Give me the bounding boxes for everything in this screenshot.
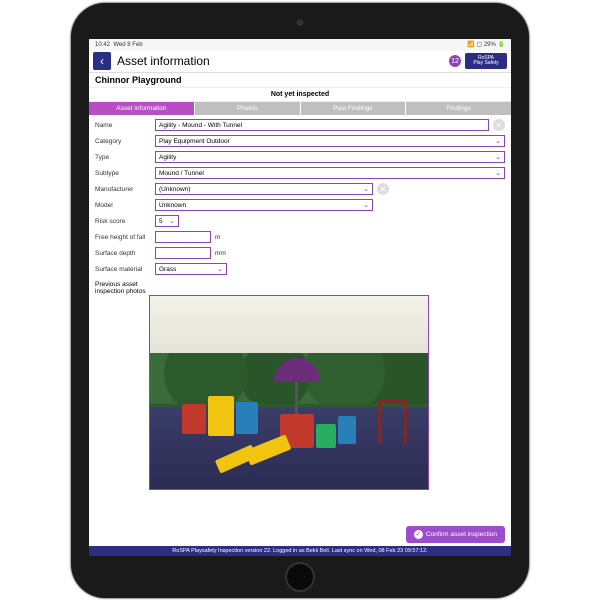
clear-name-button[interactable]: ✕ (493, 119, 505, 131)
inspection-status: Not yet inspected (89, 88, 511, 102)
chevron-down-icon: ⌄ (495, 137, 501, 145)
statusbar-time: 10:42 Wed 8 Feb (95, 42, 143, 48)
home-button[interactable] (285, 562, 315, 592)
confirm-label: Confirm asset inspection (426, 531, 497, 538)
page-title: Asset information (117, 54, 449, 68)
rospa-logo: RoSPAPlay Safety (465, 53, 507, 69)
category-select[interactable]: Play Equipment Outdoor⌄ (155, 135, 505, 147)
label-category: Category (95, 138, 155, 145)
model-select[interactable]: Unknown⌄ (155, 199, 373, 211)
confirm-inspection-button[interactable]: ✓ Confirm asset inspection (406, 526, 505, 543)
tab-bar: Asset information Photos Past Findings F… (89, 102, 511, 115)
tablet-frame: 10:42 Wed 8 Feb 📶 ▢ 29% 🔋 ‹ Asset inform… (71, 3, 529, 598)
statusbar-battery: 📶 ▢ 29% 🔋 (467, 41, 505, 48)
chevron-down-icon: ⌄ (217, 265, 223, 273)
close-icon: ✕ (496, 121, 503, 130)
freefall-field[interactable] (155, 231, 211, 243)
chevron-down-icon: ⌄ (363, 185, 369, 193)
label-risk: Risk score (95, 218, 155, 225)
inspection-photo[interactable] (149, 295, 429, 490)
label-freefall: Free height of fall (95, 234, 155, 241)
label-depth: Surface depth (95, 250, 155, 257)
asset-name: Chinnor Playground (95, 75, 182, 85)
close-icon: ✕ (380, 185, 387, 194)
back-button[interactable]: ‹ (93, 52, 111, 70)
tab-findings[interactable]: Findings (406, 102, 511, 115)
chevron-down-icon: ⌄ (363, 201, 369, 209)
chevron-down-icon: ⌄ (495, 153, 501, 161)
risk-select[interactable]: 5⌄ (155, 215, 179, 227)
ios-statusbar: 10:42 Wed 8 Feb 📶 ▢ 29% 🔋 (89, 39, 511, 51)
label-name: Name (95, 122, 155, 129)
tab-past-findings[interactable]: Past Findings (301, 102, 406, 115)
footer-status: RoSPA Playsafety Inspection version 22. … (89, 546, 511, 556)
unit-mm: mm (215, 250, 226, 257)
label-manufacturer: Manufacturer (95, 186, 155, 193)
manufacturer-select[interactable]: (Unknown)⌄ (155, 183, 373, 195)
chevron-down-icon: ⌄ (495, 169, 501, 177)
app-header: ‹ Asset information 12 RoSPAPlay Safety (89, 51, 511, 73)
label-type: Type (95, 154, 155, 161)
check-circle-icon: ✓ (414, 530, 423, 539)
tab-photos[interactable]: Photos (195, 102, 300, 115)
chevron-down-icon: ⌄ (169, 217, 175, 225)
screen: 10:42 Wed 8 Feb 📶 ▢ 29% 🔋 ‹ Asset inform… (89, 39, 511, 556)
asset-subheader: Chinnor Playground (89, 73, 511, 88)
label-subtype: Subtype (95, 170, 155, 177)
name-field[interactable]: Agility - Mound - With Tunnel (155, 119, 489, 131)
chevron-left-icon: ‹ (100, 54, 104, 68)
asset-form: Name Agility - Mound - With Tunnel ✕ Cat… (89, 115, 511, 281)
subtype-select[interactable]: Mound / Tunnel⌄ (155, 167, 505, 179)
clear-manufacturer-button[interactable]: ✕ (377, 183, 389, 195)
label-model: Model (95, 202, 155, 209)
unit-m: m (215, 234, 220, 241)
tab-asset-information[interactable]: Asset information (89, 102, 194, 115)
type-select[interactable]: Agility⌄ (155, 151, 505, 163)
content-area: Name Agility - Mound - With Tunnel ✕ Cat… (89, 115, 511, 556)
count-badge: 12 (449, 55, 461, 67)
label-photos: Previous asset inspection photos (95, 281, 157, 295)
depth-field[interactable] (155, 247, 211, 259)
label-material: Surface material (95, 266, 155, 273)
tablet-camera (297, 19, 304, 26)
material-select[interactable]: Grass⌄ (155, 263, 227, 275)
